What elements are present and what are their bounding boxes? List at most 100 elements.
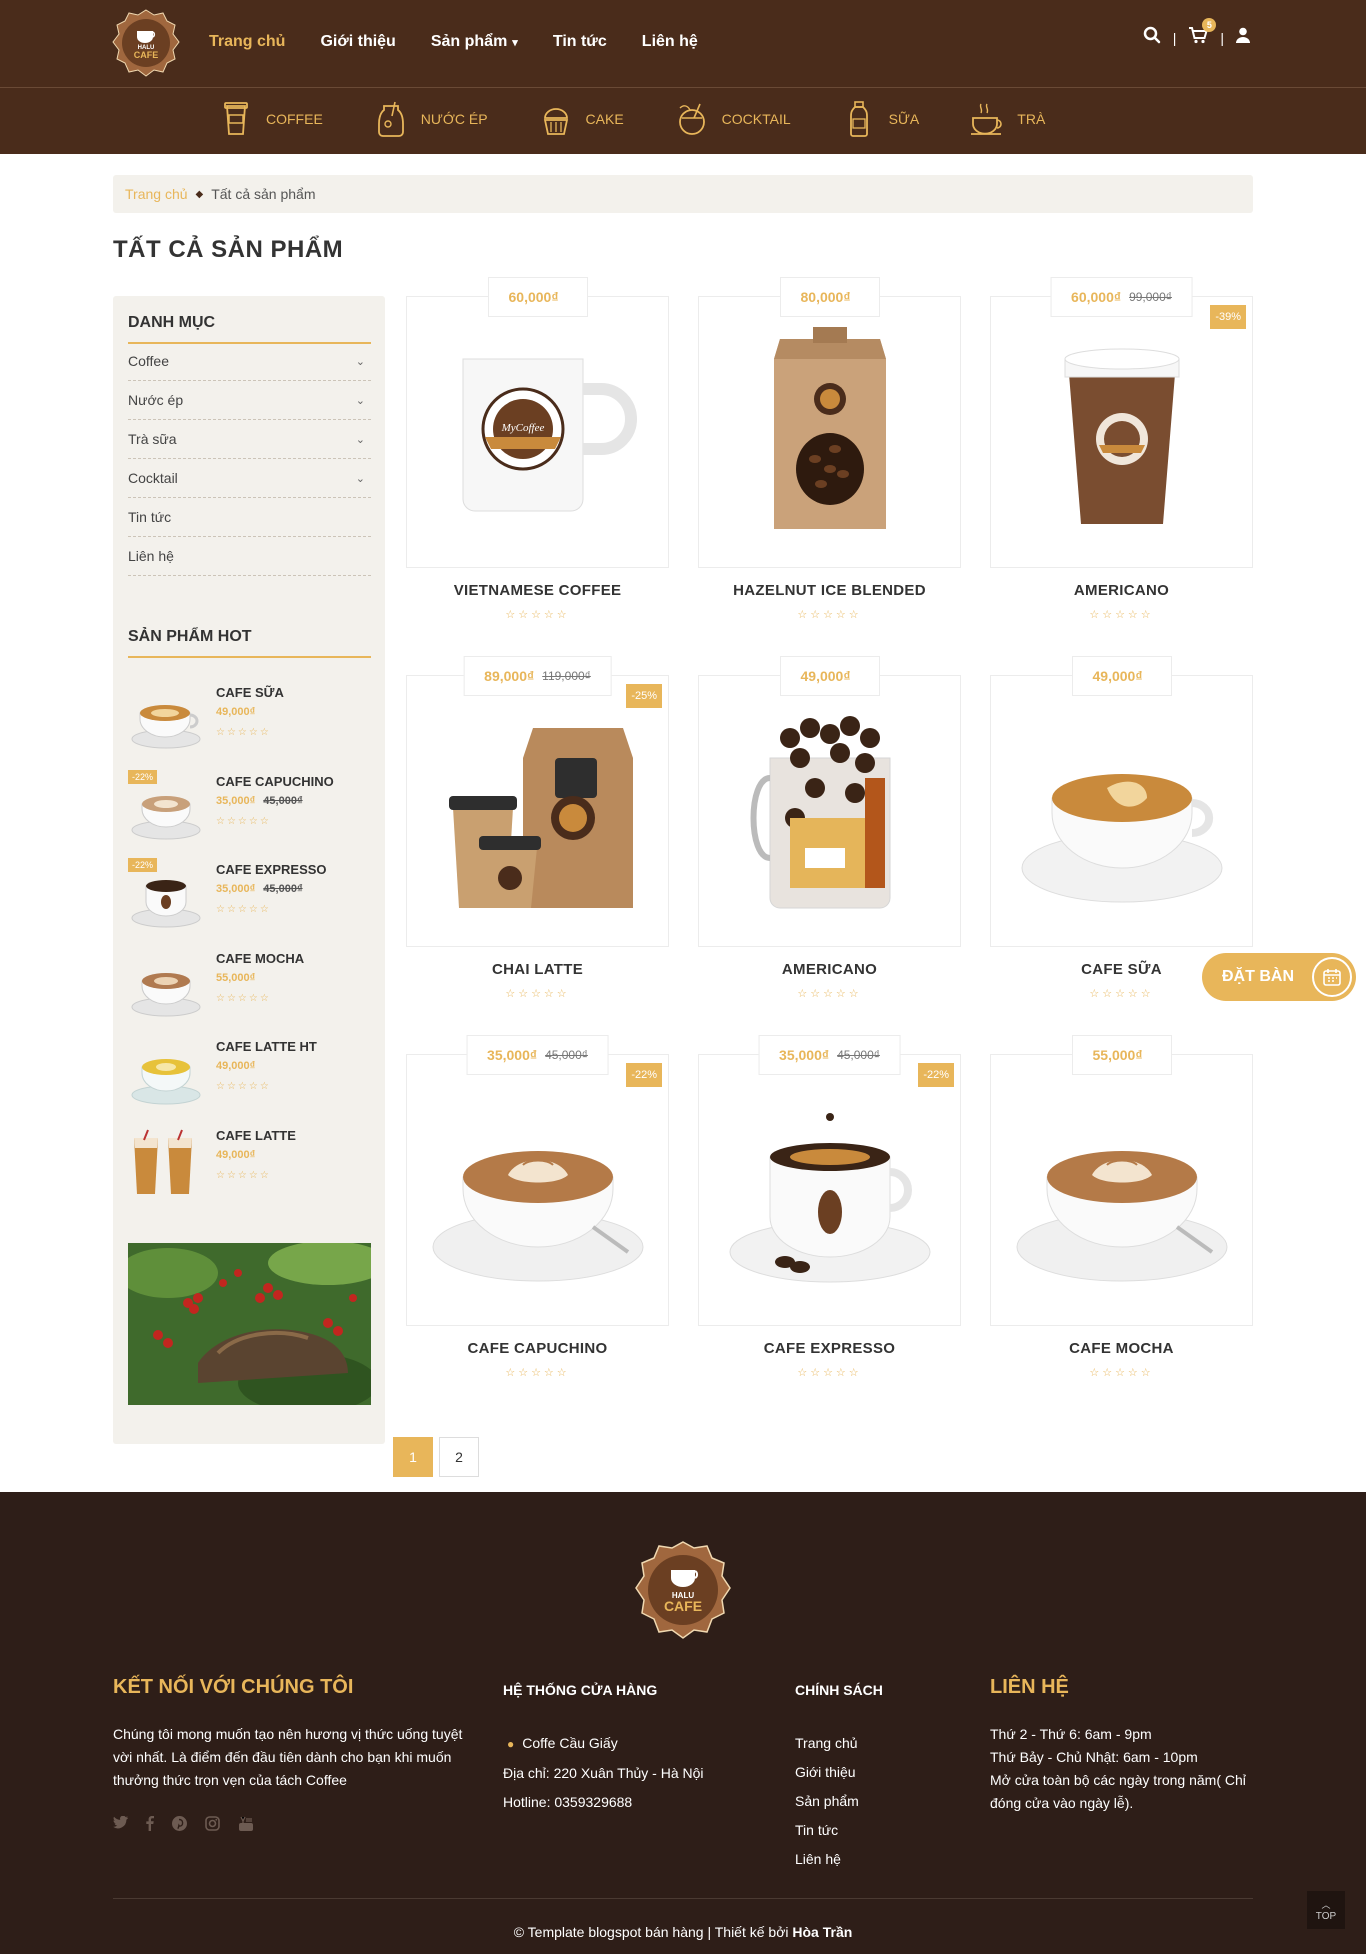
product-name[interactable]: VIETNAMESE COFFEE	[406, 582, 669, 599]
category-milk-label: SỮA	[888, 111, 920, 127]
nav-home[interactable]: Trang chủ	[209, 33, 285, 51]
hot-product-item[interactable]: CAFE SỮA 49,000₫ ☆☆☆☆☆	[128, 679, 371, 768]
product-price: 49,000₫	[1071, 656, 1172, 696]
footer-link-news[interactable]: Tin tức	[795, 1816, 945, 1845]
hot-product-name: CAFE EXPRESSO	[216, 862, 327, 877]
category-milk[interactable]: SỮA	[841, 100, 920, 138]
sidebar-item-juice[interactable]: Nước ép ⌄	[128, 381, 371, 420]
footer-connect-text: Chúng tôi mong muốn tạo nên hương vị thứ…	[113, 1726, 463, 1788]
breadcrumb-separator-icon: ◆	[195, 188, 204, 200]
user-icon[interactable]	[1236, 27, 1250, 48]
product-card[interactable]: 60,000₫ VIETNAMESE COFFEE ☆☆☆☆☆	[406, 277, 669, 636]
product-card[interactable]: 55,000₫ CAFE MOCHA ☆☆☆☆☆	[990, 1035, 1253, 1394]
product-name[interactable]: CHAI LATTE	[406, 961, 669, 978]
back-to-top-button[interactable]: ︿ TOP	[1307, 1891, 1345, 1929]
sidebar-item-cocktail[interactable]: Cocktail ⌄	[128, 459, 371, 498]
sidebar-item-milk-tea[interactable]: Trà sữa ⌄	[128, 420, 371, 459]
nav-contact-label: Liên hệ	[641, 33, 698, 50]
sidebar-item-label: Tin tức	[128, 509, 172, 525]
product-image-frame[interactable]: 35,000₫ 45,000₫ -22%	[698, 1035, 961, 1326]
product-thumbnail	[131, 705, 201, 749]
hot-product-item[interactable]: -22% CAFE EXPRESSO 35,000₫ 45,000₫ ☆☆☆☆☆	[128, 856, 371, 945]
nav-products-label: Sản phẩm	[430, 33, 508, 50]
book-table-button[interactable]: ĐẶT BÀN	[1202, 953, 1356, 1001]
category-juice-label: NƯỚC ÉP	[420, 111, 488, 127]
hot-product-item[interactable]: CAFE MOCHA 55,000₫ ☆☆☆☆☆	[128, 945, 371, 1034]
product-image-frame[interactable]: 35,000₫ 45,000₫ -22%	[406, 1035, 669, 1326]
hot-product-price: 55,000₫	[216, 971, 256, 984]
product-image	[423, 698, 653, 928]
pinterest-icon[interactable]	[172, 1816, 187, 1836]
chevron-down-icon[interactable]: ⌄	[356, 472, 365, 485]
product-image	[423, 1077, 653, 1307]
twitter-icon[interactable]	[113, 1815, 128, 1836]
facebook-icon[interactable]	[146, 1815, 154, 1836]
chevron-down-icon[interactable]: ⌄	[356, 355, 365, 368]
product-card[interactable]: 60,000₫ 99,000₫ -39% AMERICANO ☆☆☆☆☆	[990, 277, 1253, 636]
category-tea[interactable]: TRÀ	[969, 100, 1045, 138]
sidebar-item-label: Nước ép	[128, 392, 184, 408]
product-name[interactable]: CAFE MOCHA	[990, 1340, 1253, 1357]
site-logo[interactable]: HALU CAFE	[112, 9, 180, 77]
product-image-frame[interactable]: 60,000₫	[406, 277, 669, 568]
product-name[interactable]: AMERICANO	[698, 961, 961, 978]
youtube-icon[interactable]	[238, 1816, 254, 1836]
sidebar-item-coffee[interactable]: Coffee ⌄	[128, 342, 371, 381]
nav-about[interactable]: Giới thiệu	[320, 33, 395, 51]
page-button-1[interactable]: 1	[393, 1437, 433, 1477]
hot-product-item[interactable]: CAFE LATTE HT 49,000₫ ☆☆☆☆☆	[128, 1033, 371, 1122]
cart-icon[interactable]: 5	[1188, 18, 1217, 49]
pagination: 1 2	[393, 1437, 479, 1477]
product-image-frame[interactable]: 89,000₫ 119,000₫ -25%	[406, 656, 669, 947]
product-name[interactable]: CAFE EXPRESSO	[698, 1340, 961, 1357]
chevron-down-icon[interactable]: ⌄	[356, 433, 365, 446]
svg-text:CAFE: CAFE	[664, 1598, 702, 1614]
hot-product-item[interactable]: CAFE LATTE 49,000₫ ☆☆☆☆☆	[128, 1122, 371, 1211]
footer-link-contact[interactable]: Liên hệ	[795, 1845, 945, 1874]
svg-text:CAFE: CAFE	[134, 50, 159, 60]
nav-contact[interactable]: Liên hệ	[642, 33, 698, 51]
product-card[interactable]: 49,000₫ AMERICANO ☆☆☆☆☆	[698, 656, 961, 1015]
hot-product-item[interactable]: -22% CAFE CAPUCHINO 35,000₫ 45,000₫ ☆☆☆☆☆	[128, 768, 371, 857]
category-cake[interactable]: CAKE	[538, 100, 624, 138]
breadcrumb-home[interactable]: Trang chủ	[125, 186, 188, 202]
product-card[interactable]: 89,000₫ 119,000₫ -25% CHAI LATTE ☆☆☆☆☆	[406, 656, 669, 1015]
product-name[interactable]: AMERICANO	[990, 582, 1253, 599]
rating-stars: ☆☆☆☆☆	[216, 1169, 271, 1181]
category-coffee[interactable]: COFFEE	[218, 100, 323, 138]
search-icon[interactable]	[1143, 26, 1161, 49]
nav-products[interactable]: Sản phẩm ▾	[431, 33, 518, 51]
product-card[interactable]: 35,000₫ 45,000₫ -22% CAFE EXPRESSO ☆☆☆☆☆	[698, 1035, 961, 1394]
category-juice[interactable]: NƯỚC ÉP	[373, 100, 488, 138]
sidebar-item-label: Cocktail	[128, 470, 178, 486]
footer-link-about[interactable]: Giới thiệu	[795, 1758, 945, 1787]
product-name[interactable]: CAFE CAPUCHINO	[406, 1340, 669, 1357]
nav-news[interactable]: Tin tức	[553, 33, 607, 51]
footer-link-products[interactable]: Sản phẩm	[795, 1787, 945, 1816]
rating-stars: ☆☆☆☆☆	[1089, 609, 1154, 621]
footer-link-home[interactable]: Trang chủ	[795, 1729, 945, 1758]
product-image-frame[interactable]: 49,000₫	[698, 656, 961, 947]
sidebar-item-news[interactable]: Tin tức	[128, 498, 371, 537]
sidebar-banner-image[interactable]	[128, 1243, 371, 1405]
product-card[interactable]: 35,000₫ 45,000₫ -22% CAFE CAPUCHINO ☆☆☆☆☆	[406, 1035, 669, 1394]
product-card[interactable]: 80,000₫ HAZELNUT ICE BLENDED ☆☆☆☆☆	[698, 277, 961, 636]
rating-stars: ☆☆☆☆☆	[505, 609, 570, 621]
footer-logo[interactable]: HALU CAFE	[633, 1540, 733, 1640]
product-image-frame[interactable]: 60,000₫ 99,000₫ -39%	[990, 277, 1253, 568]
product-image-frame[interactable]: 80,000₫	[698, 277, 961, 568]
discount-badge: -39%	[1210, 305, 1246, 329]
author-link[interactable]: Hòa Trần	[792, 1924, 852, 1940]
product-image	[423, 319, 653, 549]
instagram-icon[interactable]	[205, 1816, 220, 1836]
milk-bottle-icon	[849, 101, 868, 137]
product-image-frame[interactable]: 55,000₫	[990, 1035, 1253, 1326]
category-cocktail[interactable]: COCKTAIL	[674, 100, 791, 138]
chevron-down-icon[interactable]: ⌄	[356, 394, 365, 407]
discount-badge: -22%	[626, 1063, 662, 1087]
product-image-frame[interactable]: 49,000₫	[990, 656, 1253, 947]
sidebar-item-contact[interactable]: Liên hệ	[128, 537, 371, 576]
sidebar-item-label: Coffee	[128, 353, 169, 369]
product-name[interactable]: HAZELNUT ICE BLENDED	[698, 582, 961, 599]
page-button-2[interactable]: 2	[439, 1437, 479, 1477]
